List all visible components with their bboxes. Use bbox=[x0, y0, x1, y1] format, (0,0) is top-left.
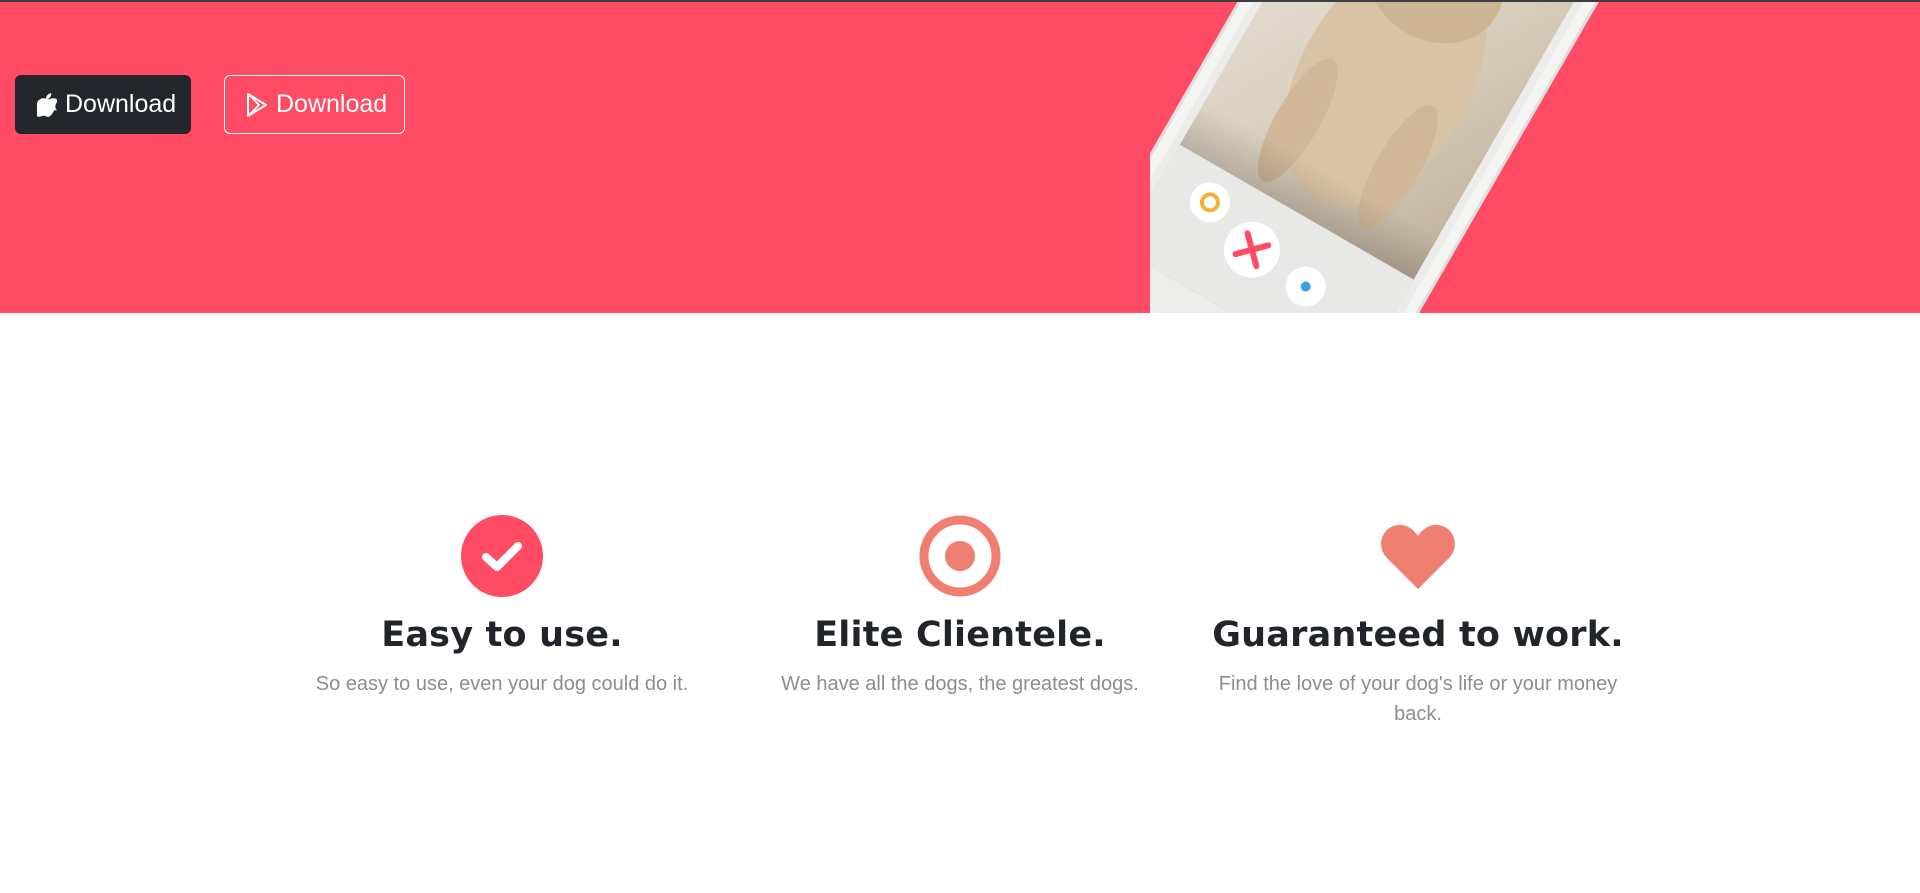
feature-title: Guaranteed to work. bbox=[1212, 615, 1624, 655]
apple-icon bbox=[37, 92, 57, 117]
app-store-download-button[interactable]: Download bbox=[15, 75, 191, 134]
bullseye-icon bbox=[919, 515, 1001, 597]
feature-title: Elite Clientele. bbox=[814, 615, 1106, 655]
feature-description: Find the love of your dog's life or your… bbox=[1218, 673, 1618, 725]
check-circle-icon bbox=[461, 515, 543, 597]
phone-mockup bbox=[1089, 2, 1770, 313]
app-store-button-label: Download bbox=[65, 90, 177, 118]
feature-elite-clientele: Elite Clientele. We have all the dogs, t… bbox=[740, 515, 1180, 699]
feature-title: Easy to use. bbox=[381, 615, 623, 655]
feature-guaranteed: Guaranteed to work. Find the love of you… bbox=[1198, 515, 1638, 729]
feature-description: So easy to use, even your dog could do i… bbox=[315, 673, 689, 695]
heart-icon bbox=[1377, 515, 1459, 597]
hero-section: Download Download bbox=[0, 0, 1920, 313]
google-play-download-button[interactable]: Download bbox=[224, 75, 405, 134]
google-play-button-label: Download bbox=[276, 90, 388, 118]
features-section: Easy to use. So easy to use, even your d… bbox=[0, 313, 1920, 893]
feature-description: We have all the dogs, the greatest dogs. bbox=[781, 673, 1139, 695]
google-play-icon bbox=[246, 92, 268, 117]
feature-easy-to-use: Easy to use. So easy to use, even your d… bbox=[282, 515, 722, 699]
